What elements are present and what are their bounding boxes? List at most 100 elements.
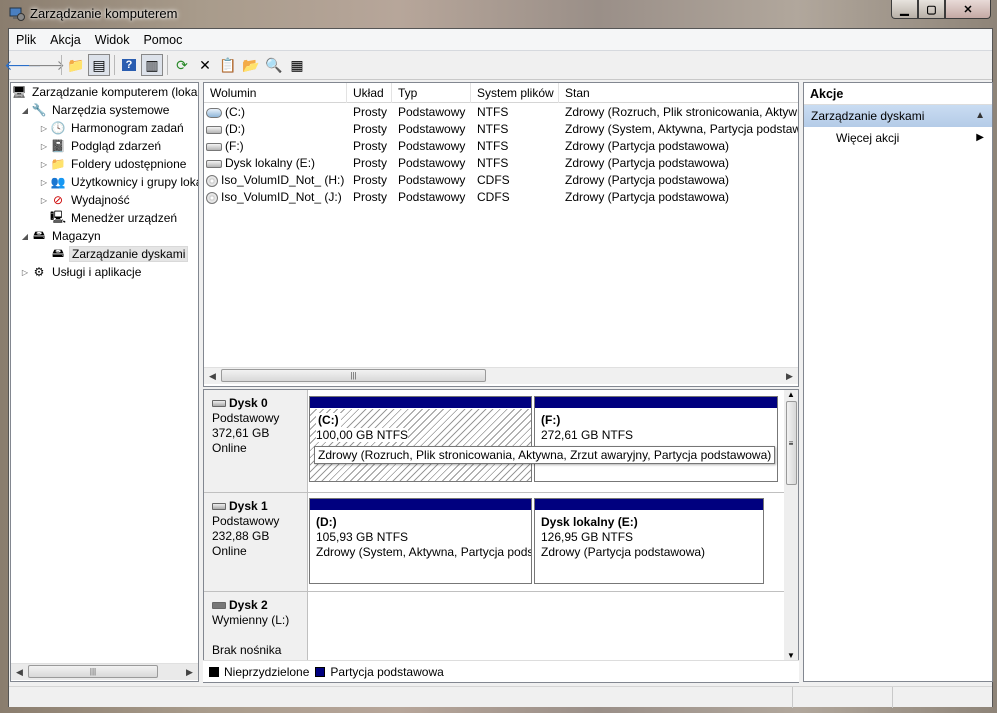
computer-management-icon: 🖥 (11, 85, 27, 99)
show-action-pane-button[interactable]: ▥ (141, 54, 163, 76)
table-row[interactable]: (F:) Prosty Podstawowy NTFS Zdrowy (Partycj… (204, 138, 798, 155)
expand-icon[interactable]: ▷ (38, 160, 50, 169)
cd-icon (206, 174, 218, 187)
scrollbar-thumb[interactable]: ||| (28, 665, 158, 678)
table-row[interactable]: (D:) Prosty Podstawowy NTFS Zdrowy (System,… (204, 121, 798, 138)
maximize-button[interactable]: ▢ (918, 0, 945, 19)
properties-icon: 📋 (219, 56, 237, 73)
table-row[interactable]: (C:) Prosty Podstawowy NTFS Zdrowy (Rozruch… (204, 104, 798, 121)
partition-bar (535, 499, 763, 511)
properties-button[interactable]: 📋 (217, 54, 239, 76)
column-header-volume[interactable]: Wolumin (204, 83, 347, 103)
table-row[interactable]: Iso_VolumID_Not_ (J:) Prosty Podstawowy CD… (204, 189, 798, 206)
toolbar-separator (114, 55, 115, 75)
disk-management-icon: 🖴 (51, 245, 65, 260)
tree-item-users-groups[interactable]: ▷👥Użytkownicy i grupy lokalne (38, 173, 198, 191)
disk-label[interactable]: Dysk 1 Podstawowy 232,88 GB Online (204, 493, 308, 591)
volume-list-horizontal-scrollbar[interactable]: ◀ ||| ▶ (204, 367, 798, 384)
graph-vertical-scrollbar[interactable]: ▲ ≡ ▼ (784, 390, 798, 660)
forward-icon: 🡒 (27, 56, 65, 73)
scroll-left-icon[interactable]: ◀ (11, 667, 28, 678)
scroll-up-icon[interactable]: ▲ (787, 390, 795, 399)
collapse-icon[interactable]: ◢ (19, 106, 31, 115)
tree-item-system-tools[interactable]: ◢ 🔧 Narzędzia systemowe (19, 101, 171, 119)
more-actions-item[interactable]: Więcej akcji ▶ (804, 127, 992, 149)
show-tree-button[interactable]: ▤ (88, 54, 110, 76)
help-icon: ? (121, 59, 137, 71)
column-header-layout[interactable]: Układ (347, 83, 392, 103)
settings-button[interactable]: ▦ (286, 54, 308, 76)
menu-bar: Plik Akcja Widok Pomoc (9, 29, 992, 51)
scroll-down-icon[interactable]: ▼ (787, 651, 795, 660)
open-button[interactable]: 📂 (240, 54, 262, 76)
disk-row: Dysk 0 Podstawowy 372,61 GB Online (C:) … (204, 390, 784, 493)
title-bar[interactable]: Zarządzanie komputerem ▁ ▢ ✕ (0, 0, 997, 28)
table-row[interactable]: Dysk lokalny (E:) Prosty Podstawowy NTFS Zd… (204, 155, 798, 172)
services-icon: ⚙ (33, 265, 45, 279)
tree-item-services-apps[interactable]: ▷ ⚙ Usługi i aplikacje (19, 263, 143, 281)
partition-f[interactable]: (F:) 272,61 GB NTFS (534, 396, 778, 482)
table-row[interactable]: Iso_VolumID_Not_ (H:) Prosty Podstawowy CD… (204, 172, 798, 189)
scroll-right-icon[interactable]: ▶ (181, 667, 198, 678)
column-header-type[interactable]: Typ (392, 83, 471, 103)
collapse-up-icon[interactable]: ▲ (975, 105, 985, 127)
disk-label[interactable]: Dysk 2 Wymienny (L:) Brak nośnika (204, 592, 308, 662)
event-log-icon: 📓 (50, 139, 66, 153)
column-header-status[interactable]: Stan (559, 83, 798, 103)
performance-icon: ⊘ (52, 193, 64, 207)
delete-button[interactable]: ✕ (194, 54, 216, 76)
refresh-button[interactable]: ⟳ (171, 54, 193, 76)
minimize-icon: ▁ (900, 3, 909, 16)
partition-d[interactable]: (D:) 105,93 GB NTFS Zdrowy (System, Akty… (309, 498, 532, 584)
tree-item-root[interactable]: 🖥 Zarządzanie komputerem (lokalne) (11, 83, 198, 101)
find-button[interactable]: 🔍 (263, 54, 285, 76)
shared-folder-icon: 📁 (50, 157, 66, 171)
tree-horizontal-scrollbar[interactable]: ◀ ||| ▶ (11, 663, 198, 680)
menu-pomoc[interactable]: Pomoc (136, 33, 189, 47)
column-header-filesystem[interactable]: System plików (471, 83, 559, 103)
window-background: Zarządzanie komputerem ▁ ▢ ✕ Plik Akcja … (0, 0, 997, 713)
tree-item-storage[interactable]: ◢ 🖴 Magazyn (19, 227, 103, 245)
status-pane (793, 687, 893, 708)
actions-section-disk-management[interactable]: Zarządzanie dyskami ▲ (804, 105, 992, 127)
tree-item-event-viewer[interactable]: ▷ 📓 Podgląd zdarzeń (38, 137, 163, 155)
close-button[interactable]: ✕ (945, 0, 991, 19)
minimize-button[interactable]: ▁ (891, 0, 918, 19)
toolbar-separator (167, 55, 168, 75)
tree-item-task-scheduler[interactable]: ▷ 🕓 Harmonogram zadań (38, 119, 186, 137)
scrollbar-thumb[interactable]: ≡ (785, 401, 797, 485)
up-folder-button[interactable]: 📁 (65, 54, 87, 76)
tree-item-shared-folders[interactable]: ▷ 📁 Foldery udostępnione (38, 155, 188, 173)
scroll-right-icon[interactable]: ▶ (781, 371, 798, 382)
unallocated-swatch (209, 666, 219, 677)
settings-icon: ▦ (290, 56, 304, 73)
partition-c[interactable]: (C:) 100,00 GB NTFS (309, 396, 532, 482)
disk-label[interactable]: Dysk 0 Podstawowy 372,61 GB Online (204, 390, 308, 492)
menu-widok[interactable]: Widok (88, 33, 137, 47)
help-button[interactable]: ? (118, 54, 140, 76)
menu-akcja[interactable]: Akcja (43, 33, 88, 47)
tree-item-performance[interactable]: ▷ ⊘ Wydajność (38, 191, 132, 209)
tree-item-device-manager[interactable]: 🖳 Menedżer urządzeń (38, 209, 179, 227)
status-pane (893, 687, 992, 708)
tree-item-disk-management[interactable]: 🖴 Zarządzanie dyskami (38, 245, 189, 263)
hdd-icon (206, 125, 222, 134)
actions-header: Akcje (804, 83, 992, 105)
partition-e[interactable]: Dysk lokalny (E:) 126,95 GB NTFS Zdrowy … (534, 498, 764, 584)
expand-icon[interactable]: ▷ (38, 124, 50, 133)
removable-disk-icon (212, 602, 226, 609)
primary-partition-swatch (315, 666, 326, 677)
menu-plik[interactable]: Plik (9, 33, 43, 47)
disk-icon (212, 400, 226, 407)
expand-icon[interactable]: ▷ (38, 178, 50, 187)
find-icon: 🔍 (265, 56, 283, 73)
collapse-icon[interactable]: ◢ (19, 232, 31, 241)
delete-icon: ✕ (199, 56, 211, 73)
expand-icon[interactable]: ▷ (19, 268, 31, 277)
expand-icon[interactable]: ▷ (38, 196, 50, 205)
scroll-left-icon[interactable]: ◀ (204, 371, 221, 382)
scrollbar-thumb[interactable]: ||| (221, 369, 486, 382)
forward-button[interactable]: 🡒 (27, 54, 65, 76)
actions-pane: Akcje Zarządzanie dyskami ▲ Więcej akcji… (803, 82, 993, 682)
expand-icon[interactable]: ▷ (38, 142, 50, 151)
